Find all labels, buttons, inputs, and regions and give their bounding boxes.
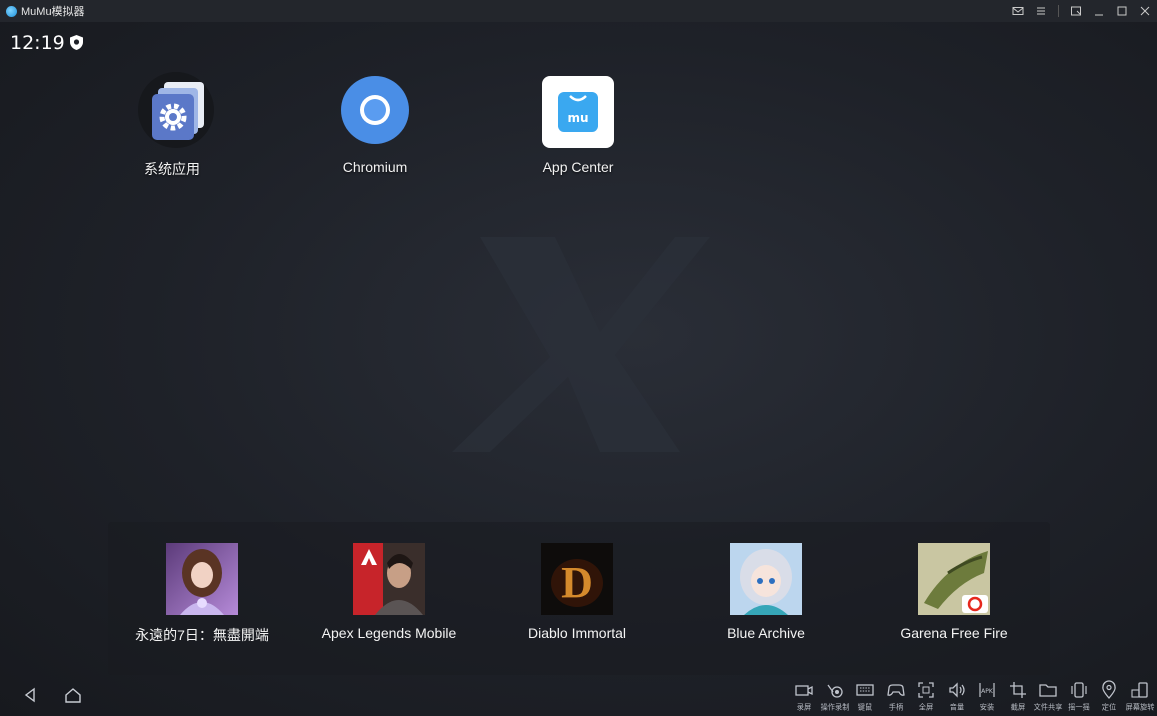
emulator-screen[interactable]: 12:19 系统应用 Chromium mu App Center 永遠的7日：… <box>0 22 1157 716</box>
tool-folder-share[interactable]: 文件共享 <box>1033 676 1064 716</box>
screenshot-icon <box>1009 682 1026 698</box>
dock-app-diablo[interactable]: D Diablo Immortal <box>487 543 667 641</box>
emulator-toolbar: 录屏 操作录制 键鼠 手柄 全屏 音量 APK 安装 截屏 文件共享 摇一摇 定… <box>789 676 1155 716</box>
svg-text:mu: mu <box>567 111 588 125</box>
app-center-icon: mu <box>540 72 616 148</box>
window-title: MuMu模拟器 <box>21 6 85 18</box>
tool-apk-install[interactable]: APK 安装 <box>972 676 1003 716</box>
tool-label: 录屏 <box>797 703 812 712</box>
home-app-system-apps[interactable]: 系统应用 <box>112 72 232 179</box>
tool-macro-record[interactable]: 操作录制 <box>820 676 851 716</box>
volume-icon <box>949 682 965 698</box>
home-app-label: Chromium <box>342 159 408 175</box>
tool-label: 键鼠 <box>858 703 873 712</box>
dock-app-label: Garena Free Fire <box>900 625 1008 641</box>
fullscreen-icon <box>918 682 934 698</box>
location-icon <box>1102 680 1117 699</box>
tool-label: 截屏 <box>1010 703 1025 712</box>
tool-label: 文件共享 <box>1033 703 1063 712</box>
close-icon[interactable] <box>1139 5 1151 17</box>
game-thumbnail-diablo: D <box>541 543 613 615</box>
tool-fullscreen[interactable]: 全屏 <box>911 676 942 716</box>
game-thumbnail-free-fire <box>918 543 990 615</box>
tool-label: 手柄 <box>888 703 903 712</box>
macro-record-icon <box>827 684 843 698</box>
record-video-icon <box>795 685 813 696</box>
tool-location[interactable]: 定位 <box>1094 676 1125 716</box>
background-watermark-x <box>452 237 710 452</box>
mail-icon[interactable] <box>1012 5 1024 17</box>
tool-label: 摇一摇 <box>1067 703 1090 712</box>
tool-label: 屏幕旋转 <box>1125 703 1155 712</box>
game-thumbnail-blue-archive <box>730 543 802 615</box>
tool-screenshot[interactable]: 截屏 <box>1003 676 1034 716</box>
svg-text:D: D <box>561 558 593 607</box>
dock-app-label: Diablo Immortal <box>527 625 627 641</box>
maximize-icon[interactable] <box>1116 5 1128 17</box>
shake-icon <box>1071 682 1087 698</box>
rotate-screen-icon <box>1131 682 1148 698</box>
shield-icon <box>70 35 83 50</box>
tool-rotate-screen[interactable]: 屏幕旋转 <box>1125 676 1156 716</box>
tool-label: 操作录制 <box>820 703 850 712</box>
home-app-label: 系统应用 <box>144 161 200 177</box>
home-app-label: App Center <box>542 159 614 175</box>
window-controls <box>1012 0 1151 22</box>
tool-shake[interactable]: 摇一摇 <box>1064 676 1095 716</box>
home-app-app-center[interactable]: mu App Center <box>518 72 638 175</box>
game-dock: 永遠的7日：無盡開端 Apex Legends Mobile D Diablo … <box>108 522 1050 675</box>
dock-app-blue-archive[interactable]: Blue Archive <box>676 543 856 641</box>
game-thumbnail-apex <box>353 543 425 615</box>
window-titlebar: MuMu模拟器 <box>0 0 1157 22</box>
keyboard-icon <box>856 684 874 696</box>
chromium-icon <box>337 72 413 148</box>
status-time: 12:19 <box>10 32 65 54</box>
dock-app-free-fire[interactable]: Garena Free Fire <box>864 543 1044 641</box>
tool-gamepad[interactable]: 手柄 <box>881 676 912 716</box>
home-app-chromium[interactable]: Chromium <box>315 72 435 175</box>
dock-app-apex[interactable]: Apex Legends Mobile <box>299 543 479 641</box>
bottom-navbar: 录屏 操作录制 键鼠 手柄 全屏 音量 APK 安装 截屏 文件共享 摇一摇 定… <box>0 676 1157 716</box>
tool-label: 定位 <box>1102 703 1117 712</box>
tool-keyboard[interactable]: 键鼠 <box>850 676 881 716</box>
tool-label: 安装 <box>980 703 995 712</box>
tool-record-video[interactable]: 录屏 <box>789 676 820 716</box>
dock-app-eternal-7[interactable]: 永遠的7日：無盡開端 <box>112 543 292 645</box>
home-icon[interactable] <box>63 686 83 704</box>
apk-install-icon: APK <box>979 683 995 697</box>
dock-app-label: Blue Archive <box>727 625 805 641</box>
game-thumbnail-eternal-7 <box>166 543 238 615</box>
dock-app-label: 永遠的7日：無盡開端 <box>135 627 269 643</box>
restore-icon[interactable] <box>1070 5 1082 17</box>
controls-divider <box>1058 5 1059 17</box>
gamepad-icon <box>887 684 905 696</box>
back-triangle-icon[interactable] <box>22 686 38 704</box>
svg-text:APK: APK <box>981 688 994 695</box>
settings-folder-icon <box>134 72 214 148</box>
tool-label: 全屏 <box>919 703 934 712</box>
mumu-logo-icon <box>6 5 17 17</box>
minimize-icon[interactable] <box>1093 5 1105 17</box>
tool-label: 音量 <box>949 703 964 712</box>
folder-share-icon <box>1039 684 1057 697</box>
tool-volume[interactable]: 音量 <box>942 676 973 716</box>
menu-icon[interactable] <box>1035 5 1047 17</box>
dock-app-label: Apex Legends Mobile <box>321 625 457 641</box>
